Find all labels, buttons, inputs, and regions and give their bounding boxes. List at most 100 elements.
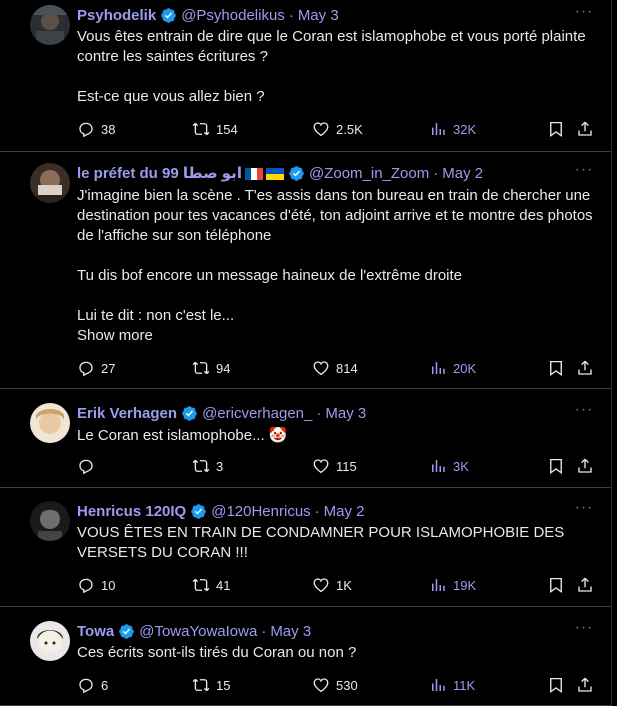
author-name[interactable]: le préfet du 99 ابو صطا xyxy=(77,164,242,182)
reply-icon xyxy=(79,459,93,475)
share-icon[interactable] xyxy=(576,457,594,480)
retweet-icon xyxy=(192,459,210,473)
retweet-count: 41 xyxy=(216,577,231,593)
avatar[interactable] xyxy=(30,501,70,541)
author-handle[interactable]: @Psyhodelikus xyxy=(181,7,285,24)
timestamp[interactable]: May 3 xyxy=(270,623,311,640)
avatar[interactable] xyxy=(30,403,70,443)
tweet-text: Ces écrits sont-ils tirés du Coran ou no… xyxy=(77,644,357,661)
avatar[interactable] xyxy=(30,163,70,203)
author-handle[interactable]: @Zoom_in_Zoom xyxy=(309,165,429,182)
reply-count: 38 xyxy=(101,121,116,137)
verified-badge-icon xyxy=(160,7,177,24)
author-name[interactable]: Henricus 120IQ xyxy=(77,503,186,520)
views-button[interactable]: 11K xyxy=(429,676,475,694)
avatar[interactable] xyxy=(30,621,70,661)
retweet-icon xyxy=(192,678,210,692)
tweet[interactable]: Henricus 120IQ @120Henricus · May 2 ··· … xyxy=(0,489,612,607)
retweet-count: 94 xyxy=(216,360,231,376)
reply-icon xyxy=(79,678,93,694)
author-name[interactable]: Erik Verhagen xyxy=(77,405,177,422)
author-handle[interactable]: @ericverhagen_ xyxy=(202,405,312,422)
verified-badge-icon xyxy=(118,623,135,640)
heart-icon xyxy=(313,361,329,376)
retweet-count: 15 xyxy=(216,677,231,693)
retweet-button[interactable]: 41 xyxy=(192,576,230,594)
bookmark-icon[interactable] xyxy=(547,359,565,382)
author-handle[interactable]: @TowaYowaIowa xyxy=(139,623,257,640)
more-options-icon[interactable]: ··· xyxy=(574,499,594,519)
reply-icon xyxy=(79,122,93,138)
bookmark-icon[interactable] xyxy=(547,120,565,143)
retweet-button[interactable]: 94 xyxy=(192,359,230,377)
tweet-header: Erik Verhagen @ericverhagen_ · May 3 xyxy=(77,403,366,423)
flag-ukraine-icon xyxy=(265,167,284,180)
tweet-actions: 10 41 1K 19K xyxy=(77,576,597,596)
share-icon[interactable] xyxy=(576,120,594,143)
reply-button[interactable]: 27 xyxy=(77,359,115,377)
views-button[interactable]: 19K xyxy=(429,576,476,594)
show-more-link[interactable]: Show more xyxy=(77,327,153,344)
more-options-icon[interactable]: ··· xyxy=(574,3,594,23)
tweet-text: Le Coran est islamophobe... 🤡 xyxy=(77,427,288,444)
retweet-button[interactable]: 3 xyxy=(192,457,223,475)
views-button[interactable]: 20K xyxy=(429,359,476,377)
retweet-button[interactable]: 154 xyxy=(192,120,238,138)
author-handle[interactable]: @120Henricus xyxy=(211,503,310,520)
bookmark-icon[interactable] xyxy=(547,676,565,699)
views-icon xyxy=(432,123,445,135)
like-count: 530 xyxy=(336,677,358,693)
like-button[interactable]: 814 xyxy=(312,359,358,377)
views-count: 3K xyxy=(453,458,469,474)
views-count: 11K xyxy=(453,677,476,693)
tweet[interactable]: Towa @TowaYowaIowa · May 3 ··· Ces écrit… xyxy=(0,608,612,706)
retweet-icon xyxy=(192,361,210,375)
more-options-icon[interactable]: ··· xyxy=(574,401,594,421)
share-icon[interactable] xyxy=(576,676,594,699)
retweet-button[interactable]: 15 xyxy=(192,676,230,694)
timestamp[interactable]: May 3 xyxy=(298,7,339,24)
views-count: 32K xyxy=(453,121,477,137)
reply-button[interactable]: 10 xyxy=(77,576,115,594)
timestamp[interactable]: May 3 xyxy=(325,405,366,422)
author-name[interactable]: Towa xyxy=(77,623,114,640)
bookmark-icon[interactable] xyxy=(547,457,565,480)
timestamp[interactable]: May 2 xyxy=(442,165,483,182)
verified-badge-icon xyxy=(181,405,198,422)
tweet-actions: 27 94 814 20K xyxy=(77,359,597,379)
views-button[interactable]: 32K xyxy=(429,120,476,138)
tweet-text: VOUS ÊTES EN TRAIN DE CONDAMNER POUR ISL… xyxy=(77,524,565,561)
tweet-text: J'imagine bien la scène . T'es assis dan… xyxy=(77,187,593,324)
like-button[interactable]: 2.5K xyxy=(312,120,363,138)
reply-button[interactable]: 6 xyxy=(77,676,108,694)
reply-button[interactable] xyxy=(77,457,101,475)
heart-icon xyxy=(313,578,329,593)
reply-count: 10 xyxy=(101,577,116,593)
views-icon xyxy=(432,579,445,591)
views-button[interactable]: 3K xyxy=(429,457,469,475)
tweet[interactable]: le préfet du 99 ابو صطا @Zoom_in_Zoom · … xyxy=(0,153,612,389)
tweet[interactable]: Erik Verhagen @ericverhagen_ · May 3 ···… xyxy=(0,390,612,488)
like-button[interactable]: 1K xyxy=(312,576,352,594)
views-icon xyxy=(432,679,445,691)
author-name[interactable]: Psyhodelik xyxy=(77,7,156,24)
views-icon xyxy=(432,362,445,374)
like-button[interactable]: 115 xyxy=(312,457,357,475)
avatar[interactable] xyxy=(30,5,70,45)
reply-icon xyxy=(79,361,93,377)
bookmark-icon[interactable] xyxy=(547,576,565,599)
tweet-header: le préfet du 99 ابو صطا @Zoom_in_Zoom · … xyxy=(77,163,483,183)
separator-dot: · xyxy=(316,404,322,422)
more-options-icon[interactable]: ··· xyxy=(574,619,594,639)
share-icon[interactable] xyxy=(576,576,594,599)
timestamp[interactable]: May 2 xyxy=(324,503,365,520)
reply-button[interactable]: 38 xyxy=(77,120,115,138)
views-count: 20K xyxy=(453,360,477,376)
tweet[interactable]: Psyhodelik @Psyhodelikus · May 3 ··· Vou… xyxy=(0,0,612,152)
like-button[interactable]: 530 xyxy=(312,676,358,694)
share-icon[interactable] xyxy=(576,359,594,382)
tweet-header: Psyhodelik @Psyhodelikus · May 3 xyxy=(77,5,339,25)
heart-icon xyxy=(313,459,329,474)
separator-dot: · xyxy=(261,622,267,640)
more-options-icon[interactable]: ··· xyxy=(574,161,594,181)
